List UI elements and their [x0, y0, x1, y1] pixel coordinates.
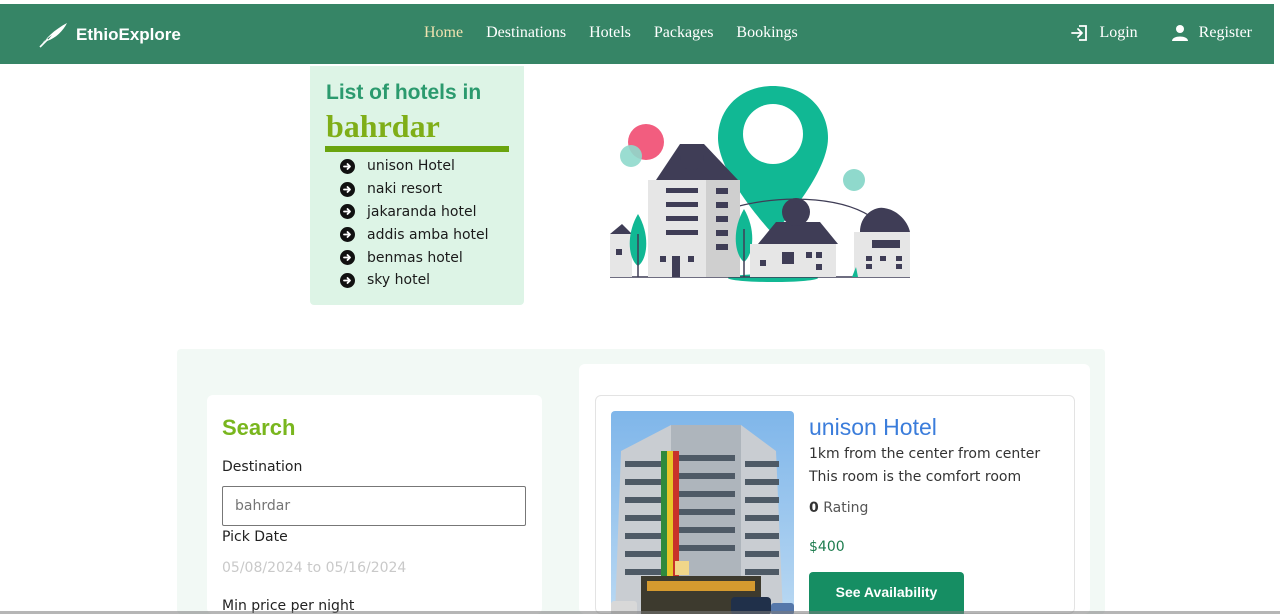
hotel-description: This room is the comfort room [809, 469, 1022, 485]
rating-value: 0 [809, 500, 819, 516]
hotel-list-card: List of hotels in bahrdar unison Hotel n… [310, 66, 524, 305]
search-title: Search [222, 415, 296, 440]
list-item[interactable]: naki resort [340, 178, 489, 201]
circle-arrow-right-icon [340, 250, 355, 266]
hotel-list: unison Hotel naki resort jakaranda hotel… [340, 155, 489, 292]
see-availability-button[interactable]: See Availability [809, 572, 964, 614]
circle-arrow-right-icon [340, 272, 355, 288]
list-item[interactable]: addis amba hotel [340, 223, 489, 246]
nav-link-bookings[interactable]: Bookings [736, 24, 797, 42]
circle-arrow-right-icon [340, 227, 355, 243]
login-icon [1071, 25, 1088, 41]
user-icon [1171, 25, 1188, 41]
list-item[interactable]: jakaranda hotel [340, 201, 489, 224]
rating-label: Rating [823, 500, 869, 516]
list-item-label: sky hotel [367, 272, 431, 289]
nav-links: Home Destinations Hotels Packages Bookin… [424, 24, 798, 42]
destination-label: Destination [222, 459, 303, 475]
list-item-label: benmas hotel [367, 249, 463, 266]
nav-link-packages[interactable]: Packages [654, 24, 714, 42]
nav-link-hotels[interactable]: Hotels [589, 24, 631, 42]
hotel-list-title: List of hotels in [326, 81, 482, 104]
navbar: EthioExplore Home Destinations Hotels Pa… [0, 4, 1274, 64]
feather-icon [39, 23, 67, 48]
hotel-price: $400 [809, 539, 845, 555]
register-label: Register [1198, 24, 1252, 41]
hotel-result-card: unison Hotel 1km from the center from ce… [595, 395, 1075, 614]
brand-logo[interactable]: EthioExplore [38, 22, 181, 48]
destination-input[interactable] [222, 486, 526, 526]
date-label: Pick Date [222, 529, 288, 545]
search-card: Search Destination Pick Date 05/08/2024 … [207, 395, 542, 614]
hotel-rating: 0 Rating [809, 500, 868, 516]
hotel-name-link[interactable]: unison Hotel [809, 414, 937, 441]
nav-link-destinations[interactable]: Destinations [486, 24, 566, 42]
list-item[interactable]: sky hotel [340, 269, 489, 292]
list-item[interactable]: unison Hotel [340, 155, 489, 178]
list-item-label: unison Hotel [367, 158, 455, 175]
brand-name: EthioExplore [76, 25, 181, 44]
nav-link-home[interactable]: Home [424, 24, 463, 42]
hotel-building-image [611, 411, 794, 614]
divider [325, 146, 509, 152]
register-link[interactable]: Register [1170, 23, 1252, 43]
circle-arrow-right-icon [340, 204, 355, 220]
list-item-label: naki resort [367, 181, 443, 198]
hotel-list-city: bahrdar [326, 108, 440, 144]
login-link[interactable]: Login [1070, 23, 1138, 43]
login-label: Login [1099, 24, 1138, 41]
list-item-label: addis amba hotel [367, 226, 489, 243]
nav-auth: Login Register [1070, 23, 1252, 43]
hotel-distance: 1km from the center from center [809, 446, 1041, 462]
list-item-label: jakaranda hotel [367, 203, 477, 220]
circle-arrow-right-icon [340, 158, 355, 174]
date-range-picker[interactable]: 05/08/2024 to 05/16/2024 [222, 560, 406, 576]
list-item[interactable]: benmas hotel [340, 246, 489, 269]
city-illustration [610, 86, 910, 282]
hotel-photo[interactable] [611, 411, 794, 614]
circle-arrow-right-icon [340, 181, 355, 197]
